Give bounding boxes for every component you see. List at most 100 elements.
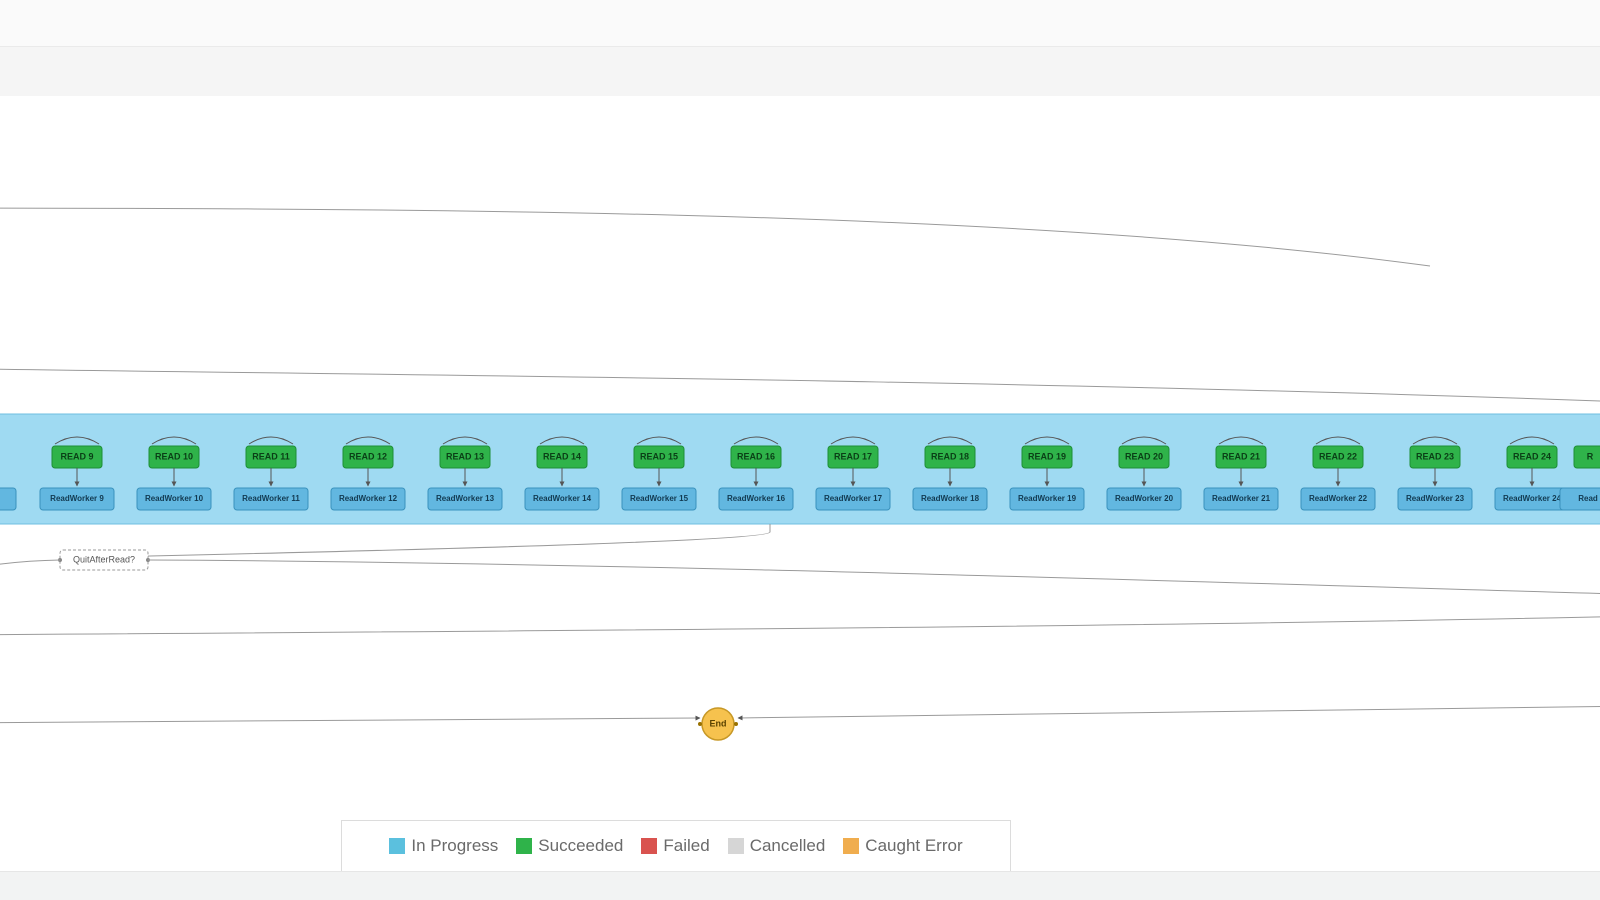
step-readworker-12-label: ReadWorker 12 (339, 494, 398, 503)
bottom-strip (0, 871, 1600, 900)
step-read-11[interactable]: READ 11 (246, 446, 296, 468)
step-read-10-label: READ 10 (155, 451, 193, 461)
step-read-20[interactable]: READ 20 (1119, 446, 1169, 468)
step-read-15[interactable]: READ 15 (634, 446, 684, 468)
step-readworker-14[interactable]: ReadWorker 14 (525, 488, 599, 510)
step-readworker-25-partial[interactable]: Read (1560, 488, 1600, 510)
end-port-right (734, 722, 738, 726)
edge-upper-1 (0, 208, 1430, 266)
choice-quitafterread[interactable]: QuitAfterRead? (60, 550, 148, 570)
step-readworker-16[interactable]: ReadWorker 16 (719, 488, 793, 510)
step-readworker-22[interactable]: ReadWorker 22 (1301, 488, 1375, 510)
step-read-14-label: READ 14 (543, 451, 581, 461)
step-readworker-20-label: ReadWorker 20 (1115, 494, 1174, 503)
step-readworker-15[interactable]: ReadWorker 15 (622, 488, 696, 510)
step-read-9[interactable]: READ 9 (52, 446, 102, 468)
step-readworker-24[interactable]: ReadWorker 24 (1495, 488, 1569, 510)
step-read-18[interactable]: READ 18 (925, 446, 975, 468)
legend-label-inprogress: In Progress (411, 836, 498, 856)
step-readworker-19-label: ReadWorker 19 (1018, 494, 1077, 503)
step-read-19-label: READ 19 (1028, 451, 1066, 461)
step-read-23-label: READ 23 (1416, 451, 1454, 461)
step-readworker-12[interactable]: ReadWorker 12 (331, 488, 405, 510)
step-readworker-23[interactable]: ReadWorker 23 (1398, 488, 1472, 510)
end-port-left (698, 722, 702, 726)
legend-item-failed: Failed (641, 836, 709, 856)
step-read-24-label: READ 24 (1513, 451, 1551, 461)
step-read-24[interactable]: READ 24 (1507, 446, 1557, 468)
workflow-canvas[interactable]: 8 READ 9 ReadWorker 9 READ 10 ReadWorker 10… (0, 96, 1600, 872)
step-read-17-label: READ 17 (834, 451, 872, 461)
step-readworker-13[interactable]: ReadWorker 13 (428, 488, 502, 510)
step-read-16-label: READ 16 (737, 451, 775, 461)
step-read-11-label: READ 11 (252, 451, 290, 461)
toolbar-area (0, 0, 1600, 97)
step-read-14[interactable]: READ 14 (537, 446, 587, 468)
step-read-13-label: READ 13 (446, 451, 484, 461)
end-node[interactable]: End (702, 708, 734, 740)
step-read-21-label: READ 21 (1222, 451, 1260, 461)
step-readworker-20[interactable]: ReadWorker 20 (1107, 488, 1181, 510)
edge-to-end-left (0, 718, 700, 724)
step-read-10[interactable]: READ 10 (149, 446, 199, 468)
step-readworker-22-label: ReadWorker 22 (1309, 494, 1368, 503)
step-readworker-17-label: ReadWorker 17 (824, 494, 883, 503)
step-readworker-10[interactable]: ReadWorker 10 (137, 488, 211, 510)
step-readworker-16-label: ReadWorker 16 (727, 494, 786, 503)
step-read-12[interactable]: READ 12 (343, 446, 393, 468)
step-readworker-17[interactable]: ReadWorker 17 (816, 488, 890, 510)
step-read-25-partial[interactable]: R (1574, 446, 1600, 468)
edge-choice-left (0, 560, 60, 606)
legend: In Progress Succeeded Failed Cancelled C… (341, 820, 1011, 872)
step-readworker-11-label: ReadWorker 11 (242, 494, 300, 503)
step-read-20-label: READ 20 (1125, 451, 1163, 461)
step-read-21[interactable]: READ 21 (1216, 446, 1266, 468)
edge-to-end-right (738, 706, 1600, 718)
step-read-23[interactable]: READ 23 (1410, 446, 1460, 468)
step-read-13[interactable]: READ 13 (440, 446, 490, 468)
step-read-19[interactable]: READ 19 (1022, 446, 1072, 468)
edge-upper-2 (0, 366, 1600, 401)
edge-choice-right-1 (148, 560, 1600, 594)
step-readworker-21-label: ReadWorker 21 (1212, 494, 1271, 503)
step-readworker-13-label: ReadWorker 13 (436, 494, 495, 503)
step-readworker-9[interactable]: ReadWorker 9 (40, 488, 114, 510)
step-read-22-label: READ 22 (1319, 451, 1357, 461)
swatch-cancelled (728, 838, 744, 854)
step-readworker-25-label: Read (1578, 494, 1598, 503)
step-read-12-label: READ 12 (349, 451, 387, 461)
end-node-label: End (710, 718, 727, 728)
legend-item-succeeded: Succeeded (516, 836, 623, 856)
edge-long-lower-1 (0, 616, 1600, 636)
edge-band-to-choice (103, 524, 770, 558)
step-readworker-11[interactable]: ReadWorker 11 (234, 488, 308, 510)
step-read-17[interactable]: READ 17 (828, 446, 878, 468)
legend-label-succeeded: Succeeded (538, 836, 623, 856)
swatch-succeeded (516, 838, 532, 854)
legend-label-caught: Caught Error (865, 836, 962, 856)
swatch-failed (641, 838, 657, 854)
app-frame: 8 READ 9 ReadWorker 9 READ 10 ReadWorker 10… (0, 0, 1600, 900)
step-readworker-19[interactable]: ReadWorker 19 (1010, 488, 1084, 510)
step-read-15-label: READ 15 (640, 451, 678, 461)
step-readworker-14-label: ReadWorker 14 (533, 494, 592, 503)
step-read-25-label: R (1587, 451, 1594, 461)
step-read-9-label: READ 9 (60, 451, 93, 461)
step-readworker-21[interactable]: ReadWorker 21 (1204, 488, 1278, 510)
legend-label-cancelled: Cancelled (750, 836, 826, 856)
swatch-caught (843, 838, 859, 854)
choice-quitafterread-label: QuitAfterRead? (73, 554, 135, 564)
legend-item-caught: Caught Error (843, 836, 962, 856)
step-read-16[interactable]: READ 16 (731, 446, 781, 468)
workflow-svg[interactable]: 8 READ 9 ReadWorker 9 READ 10 ReadWorker 10… (0, 96, 1600, 872)
toolbar-sub-area (0, 46, 1600, 97)
step-readworker-18[interactable]: ReadWorker 18 (913, 488, 987, 510)
legend-item-inprogress: In Progress (389, 836, 498, 856)
step-readworker-23-label: ReadWorker 23 (1406, 494, 1465, 503)
step-readworker-8-partial[interactable]: 8 (0, 488, 16, 510)
step-readworker-9-label: ReadWorker 9 (50, 494, 104, 503)
step-read-22[interactable]: READ 22 (1313, 446, 1363, 468)
step-read-18-label: READ 18 (931, 451, 969, 461)
step-readworker-10-label: ReadWorker 10 (145, 494, 204, 503)
legend-item-cancelled: Cancelled (728, 836, 826, 856)
